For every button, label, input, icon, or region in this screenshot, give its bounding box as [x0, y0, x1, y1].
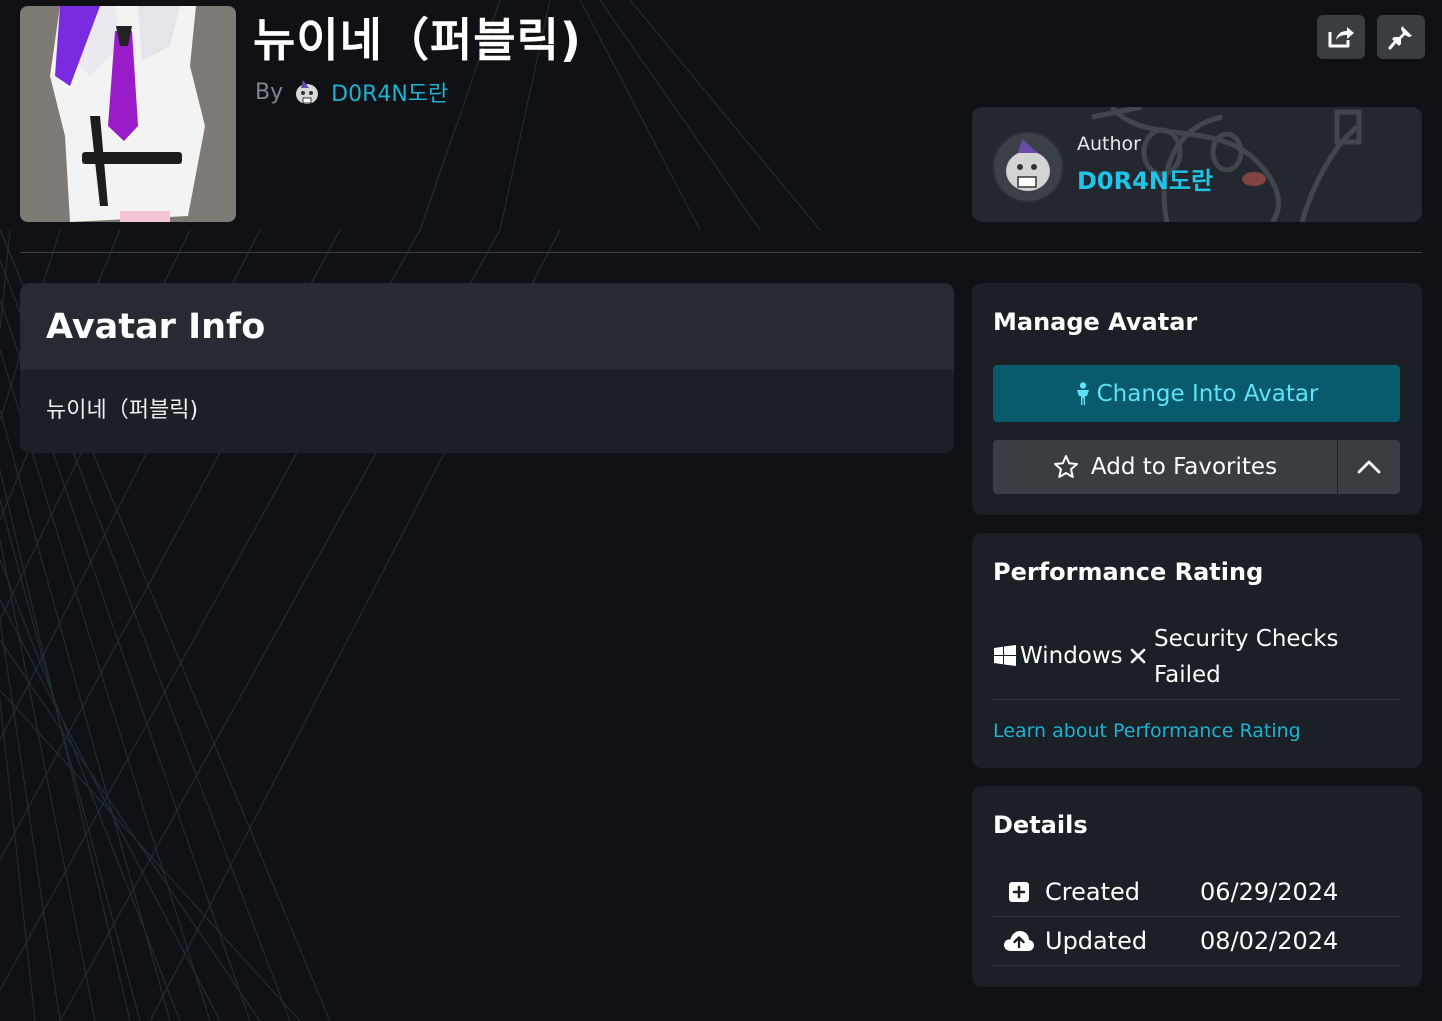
by-label: By [255, 79, 284, 105]
security-check-status: Security Checks Failed [1154, 626, 1339, 688]
cloud-upload-icon [1004, 930, 1034, 951]
share-icon [1328, 27, 1354, 48]
add-to-favorites-label: Add to Favorites [1090, 454, 1278, 480]
updated-value: 08/02/2024 [1200, 926, 1339, 955]
learn-performance-link[interactable]: Learn about Performance Rating [993, 720, 1301, 742]
manage-avatar-card: Manage Avatar Change Into Avatar Add to … [972, 283, 1422, 515]
chevron-up-icon [1357, 460, 1381, 474]
author-label: Author [1077, 133, 1141, 155]
pin-icon [1388, 26, 1412, 50]
performance-rating-card: Performance Rating Windows Security Chec… [972, 533, 1422, 768]
details-heading: Details [993, 811, 1088, 839]
platform-windows: Windows [994, 643, 1147, 669]
updated-label: Updated [1045, 926, 1148, 955]
pin-button[interactable] [1377, 15, 1425, 59]
created-label: Created [1045, 877, 1140, 906]
avatar-title: 뉴이네（퍼블릭) [253, 13, 582, 67]
avatar-thumbnail [20, 6, 236, 222]
byline: By D0R4N도란 [255, 76, 448, 108]
header-divider [20, 252, 1422, 253]
add-to-favorites-button[interactable]: Add to Favorites [993, 440, 1337, 494]
avatar-info-heading: Avatar Info [20, 283, 954, 370]
performance-rating-heading: Performance Rating [993, 558, 1264, 586]
performance-divider [993, 699, 1400, 700]
windows-icon [994, 645, 1016, 666]
author-card[interactable]: Author D0R4N도란 [972, 107, 1422, 222]
manage-avatar-heading: Manage Avatar [993, 308, 1198, 336]
avatar-info-card: Avatar Info 뉴이네（퍼블릭) [20, 283, 954, 453]
author-link[interactable]: D0R4N도란 [331, 76, 448, 108]
star-icon [1053, 455, 1078, 478]
favorites-dropdown-toggle[interactable] [1338, 440, 1400, 494]
person-icon [1076, 381, 1089, 405]
detail-row-created: Created 06/29/2024 [993, 867, 1400, 917]
plus-square-icon [1009, 881, 1029, 902]
author-mini-avatar [296, 80, 319, 104]
platform-label: Windows [1020, 643, 1123, 669]
author-name[interactable]: D0R4N도란 [1077, 161, 1213, 196]
change-into-avatar-button[interactable]: Change Into Avatar [993, 365, 1400, 422]
detail-row-updated: Updated 08/02/2024 [993, 916, 1400, 966]
x-mark-icon [1130, 648, 1145, 664]
created-value: 06/29/2024 [1200, 877, 1339, 906]
details-card: Details Created 06/29/2024 Updated 08/02… [972, 786, 1422, 987]
share-button[interactable] [1317, 15, 1365, 59]
change-into-avatar-label: Change Into Avatar [1096, 380, 1319, 407]
avatar-description: 뉴이네（퍼블릭) [46, 398, 199, 423]
author-avatar [992, 131, 1064, 203]
